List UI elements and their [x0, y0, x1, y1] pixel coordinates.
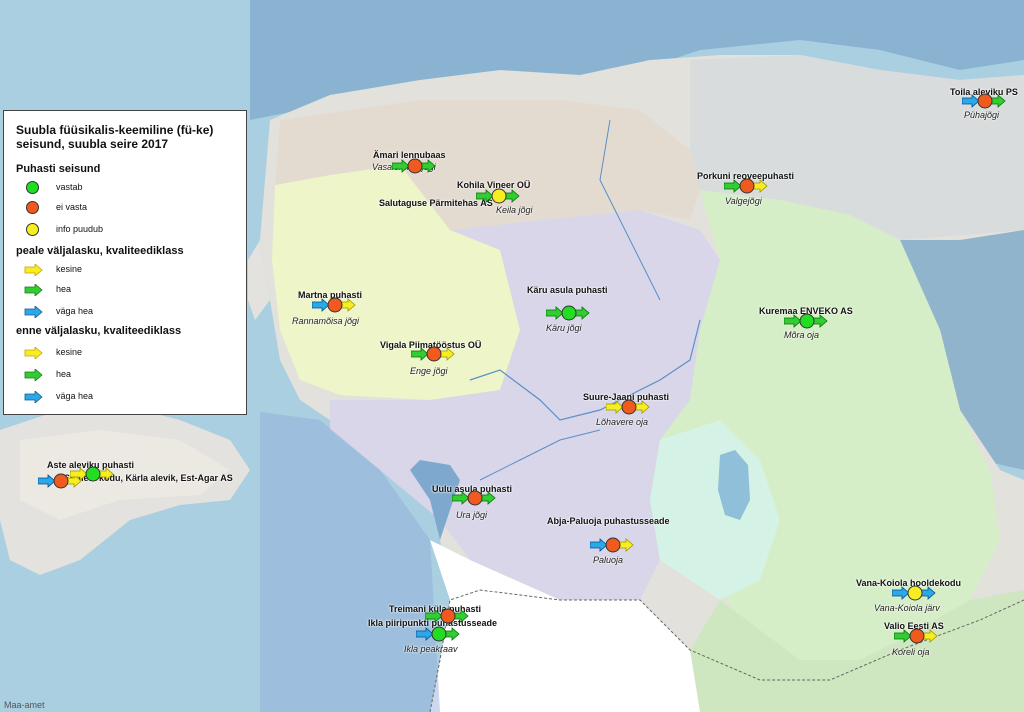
legend-label: hea	[56, 369, 72, 379]
site-symbol	[723, 178, 768, 194]
legend-before-heading: enne väljalasku, kvaliteediklass	[16, 325, 182, 337]
site-symbol	[415, 626, 460, 642]
before-arrow-icon	[37, 474, 56, 488]
before-arrow-icon	[415, 627, 434, 641]
site-marker-someta[interactable]	[69, 466, 116, 487]
before-arrow-icon	[605, 400, 624, 414]
status-dot-icon	[426, 346, 442, 362]
river-label-uulu: Ura jõgi	[456, 510, 488, 520]
site-marker-kohila[interactable]	[475, 188, 522, 209]
status-dot-icon	[977, 93, 993, 109]
yellow-arrow-icon	[24, 264, 43, 276]
status-dot-icon	[491, 188, 507, 204]
site-symbol	[589, 537, 634, 553]
status-dot-icon	[909, 628, 925, 644]
green-arrow-icon	[24, 284, 43, 296]
site-label-karu: Käru asula puhasti	[527, 285, 608, 295]
legend-after-heading: peale väljalasku, kvaliteediklass	[16, 245, 184, 257]
before-arrow-icon	[69, 467, 88, 481]
before-arrow-icon	[961, 94, 980, 108]
site-symbol	[961, 93, 1006, 109]
site-marker-martna[interactable]	[311, 297, 358, 318]
site-marker-karu[interactable]	[545, 305, 592, 326]
site-symbol	[424, 608, 469, 624]
site-symbol	[69, 466, 114, 482]
status-dot-icon	[621, 399, 637, 415]
site-symbol	[475, 188, 520, 204]
site-marker-suurejaani[interactable]	[605, 399, 652, 420]
before-arrow-icon	[545, 306, 564, 320]
green-arrow-icon	[24, 369, 43, 381]
before-arrow-icon	[589, 538, 608, 552]
before-arrow-icon	[451, 491, 470, 505]
orange-dot-icon	[26, 201, 39, 214]
legend-label: hea	[56, 284, 72, 294]
status-dot-icon	[407, 158, 423, 174]
site-marker-amari[interactable]	[391, 158, 438, 179]
before-arrow-icon	[893, 629, 912, 643]
site-marker-abja[interactable]	[589, 537, 636, 558]
status-dot-icon	[467, 490, 483, 506]
blue-arrow-icon	[24, 306, 43, 318]
legend-panel: Suubla füüsikalis-keemiline (fü-ke) seis…	[3, 110, 247, 415]
before-arrow-icon	[891, 586, 910, 600]
site-symbol	[391, 158, 436, 174]
site-symbol	[545, 305, 590, 321]
before-arrow-icon	[475, 189, 494, 203]
site-label-abja: Abja-Paluoja puhastusseade	[547, 516, 670, 526]
site-marker-kuremaa[interactable]	[783, 313, 830, 334]
status-dot-icon	[53, 473, 69, 489]
map-credit: Maa-amet	[4, 700, 45, 710]
site-marker-valio[interactable]	[893, 628, 940, 649]
yellow-dot-icon	[26, 223, 39, 236]
site-marker-ikla[interactable]	[415, 626, 462, 647]
before-arrow-icon	[424, 609, 443, 623]
site-symbol	[893, 628, 938, 644]
status-dot-icon	[739, 178, 755, 194]
status-dot-icon	[907, 585, 923, 601]
legend-label: väga hea	[56, 306, 94, 316]
status-dot-icon	[431, 626, 447, 642]
legend-label: väga hea	[56, 391, 94, 401]
legend-status-heading: Puhasti seisund	[16, 163, 101, 175]
legend-label: kesine	[56, 264, 83, 274]
yellow-arrow-icon	[24, 347, 43, 359]
site-marker-vanakoiola[interactable]	[891, 585, 938, 606]
site-marker-vigala[interactable]	[410, 346, 457, 367]
site-symbol	[311, 297, 356, 313]
river-label-vigala: Enge jõgi	[410, 366, 448, 376]
legend-label: ei vasta	[56, 202, 88, 212]
status-dot-icon	[327, 297, 343, 313]
legend-title: Suubla füüsikalis-keemiline (fü-ke) seis…	[16, 123, 214, 151]
before-arrow-icon	[410, 347, 429, 361]
status-dot-icon	[440, 608, 456, 624]
before-arrow-icon	[311, 298, 330, 312]
legend-label: kesine	[56, 347, 83, 357]
before-arrow-icon	[723, 179, 742, 193]
status-dot-icon	[605, 537, 621, 553]
site-symbol	[605, 399, 650, 415]
status-dot-icon	[561, 305, 577, 321]
status-dot-icon	[799, 313, 815, 329]
green-dot-icon	[26, 181, 39, 194]
legend-label: info puudub	[56, 224, 104, 234]
before-arrow-icon	[391, 159, 410, 173]
blue-arrow-icon	[24, 391, 43, 403]
site-marker-toila[interactable]	[961, 93, 1008, 114]
site-symbol	[891, 585, 936, 601]
legend-label: vastab	[56, 182, 83, 192]
before-arrow-icon	[783, 314, 802, 328]
site-marker-porkuni[interactable]	[723, 178, 770, 199]
site-symbol	[410, 346, 455, 362]
site-marker-uulu[interactable]	[451, 490, 498, 511]
site-symbol	[451, 490, 496, 506]
status-dot-icon	[85, 466, 101, 482]
site-symbol	[783, 313, 828, 329]
